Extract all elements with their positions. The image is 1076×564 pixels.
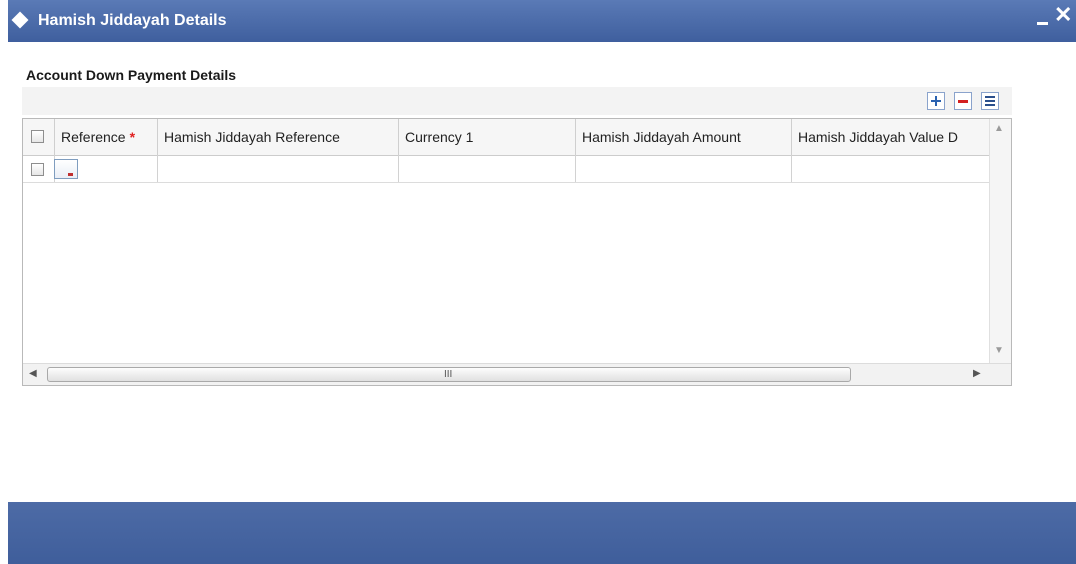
- hamish-reference-cell[interactable]: [158, 155, 399, 182]
- column-header-amount: Hamish Jiddayah Amount: [576, 119, 792, 155]
- column-header-reference: Reference *: [55, 119, 158, 155]
- grid-toolbar: [22, 87, 1012, 115]
- horizontal-scrollbar[interactable]: ◀ III ▶: [23, 363, 1011, 385]
- scroll-right-icon[interactable]: ▶: [973, 368, 981, 379]
- value-date-cell[interactable]: [792, 155, 989, 182]
- scroll-grip: III: [444, 369, 453, 380]
- scroll-left-icon[interactable]: ◀: [29, 368, 37, 379]
- select-all-checkbox[interactable]: [31, 130, 44, 143]
- single-view-button[interactable]: [981, 92, 999, 110]
- window-title: Hamish Jiddayah Details: [38, 12, 227, 29]
- reference-lookup-button[interactable]: [54, 159, 78, 179]
- vertical-scrollbar[interactable]: ▲ ▼: [989, 119, 1011, 365]
- table-row: [23, 155, 989, 183]
- details-window: Hamish Jiddayah Details ✕ Account Down P…: [0, 0, 1076, 564]
- window-left-edge: [0, 0, 8, 564]
- select-all-cell: [23, 119, 55, 155]
- column-label-reference: Reference: [61, 129, 126, 145]
- column-header-currency: Currency 1: [399, 119, 576, 155]
- title-bar: Hamish Jiddayah Details ✕: [8, 0, 1076, 42]
- minimize-icon[interactable]: [1035, 8, 1051, 28]
- row-checkbox[interactable]: [31, 163, 44, 176]
- required-marker: *: [129, 129, 136, 145]
- horizontal-scroll-thumb[interactable]: III: [47, 367, 851, 382]
- scroll-up-icon[interactable]: ▲: [994, 123, 1004, 134]
- currency-cell[interactable]: [399, 155, 576, 182]
- diamond-icon: [11, 11, 29, 29]
- column-header-hamish-reference: Hamish Jiddayah Reference: [158, 119, 399, 155]
- footer-bar: [8, 502, 1076, 564]
- grid-header: Reference * Hamish Jiddayah Reference Cur…: [23, 119, 989, 156]
- section-title: Account Down Payment Details: [26, 67, 237, 83]
- add-row-button[interactable]: [927, 92, 945, 110]
- amount-cell[interactable]: [576, 155, 792, 182]
- row-select-cell: [23, 155, 55, 182]
- scroll-down-icon[interactable]: ▼: [994, 345, 1004, 356]
- delete-row-button[interactable]: [954, 92, 972, 110]
- column-header-value-date: Hamish Jiddayah Value D: [798, 129, 959, 145]
- close-icon[interactable]: ✕: [1054, 4, 1072, 26]
- down-payment-grid: Reference * Hamish Jiddayah Reference Cur…: [22, 118, 1012, 386]
